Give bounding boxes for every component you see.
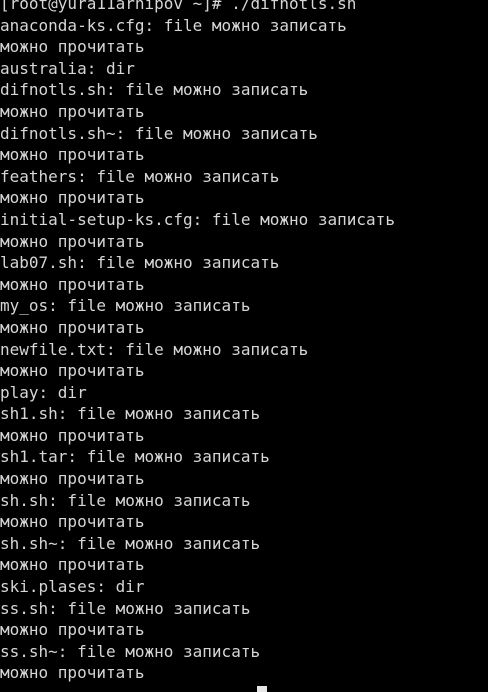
- output-line: initial-setup-ks.cfg: file можно записат…: [0, 209, 395, 229]
- output-line: sh1.sh: file можно записать: [0, 404, 261, 424]
- output-line: difnotls.sh: file можно записать: [0, 80, 309, 100]
- output-line: sh.sh: file можно записать: [0, 490, 251, 510]
- output-line: ski.plases: dir: [0, 577, 145, 597]
- output-line: lab07.sh: file можно записать: [0, 253, 280, 273]
- output-line: play: dir: [0, 382, 87, 402]
- output-line: можно прочитать: [0, 663, 145, 683]
- output-line: можно прочитать: [0, 101, 145, 121]
- terminal-window[interactable]: [root@yura11arhipov ~]# ./difnotls.sh an…: [0, 0, 488, 692]
- command-prompt-line: [root@yura11arhipov ~]# ./difnotls.sh: [0, 0, 357, 13]
- output-line: можно прочитать: [0, 231, 145, 251]
- output-line: sh1.tar: file можно записать: [0, 447, 270, 467]
- output-line: sh.sh~: file можно записать: [0, 533, 261, 553]
- output-line: можно прочитать: [0, 361, 145, 381]
- terminal-output: [root@yura11arhipov ~]# ./difnotls.sh an…: [0, 0, 395, 684]
- window-border: [488, 0, 497, 692]
- output-line: можно прочитать: [0, 317, 145, 337]
- output-line: my_os: file можно записать: [0, 296, 251, 316]
- output-line: можно прочитать: [0, 512, 145, 532]
- output-line: difnotls.sh~: file можно записать: [0, 123, 318, 143]
- output-line: newfile.txt: file можно записать: [0, 339, 309, 359]
- output-line: anaconda-ks.cfg: file можно записать: [0, 15, 347, 35]
- output-line: можно прочитать: [0, 274, 145, 294]
- output-line: можно прочитать: [0, 425, 145, 445]
- output-line: ss.sh: file можно записать: [0, 598, 251, 618]
- terminal-cursor: [257, 686, 267, 692]
- output-line: australia: dir: [0, 58, 135, 78]
- output-line: можно прочитать: [0, 555, 145, 575]
- output-line: можно прочитать: [0, 145, 145, 165]
- output-line: можно прочитать: [0, 620, 145, 640]
- output-line: можно прочитать: [0, 469, 145, 489]
- output-line: ss.sh~: file можно записать: [0, 641, 261, 661]
- output-line: feathers: file можно записать: [0, 166, 280, 186]
- output-line: можно прочитать: [0, 188, 145, 208]
- output-line: можно прочитать: [0, 37, 145, 57]
